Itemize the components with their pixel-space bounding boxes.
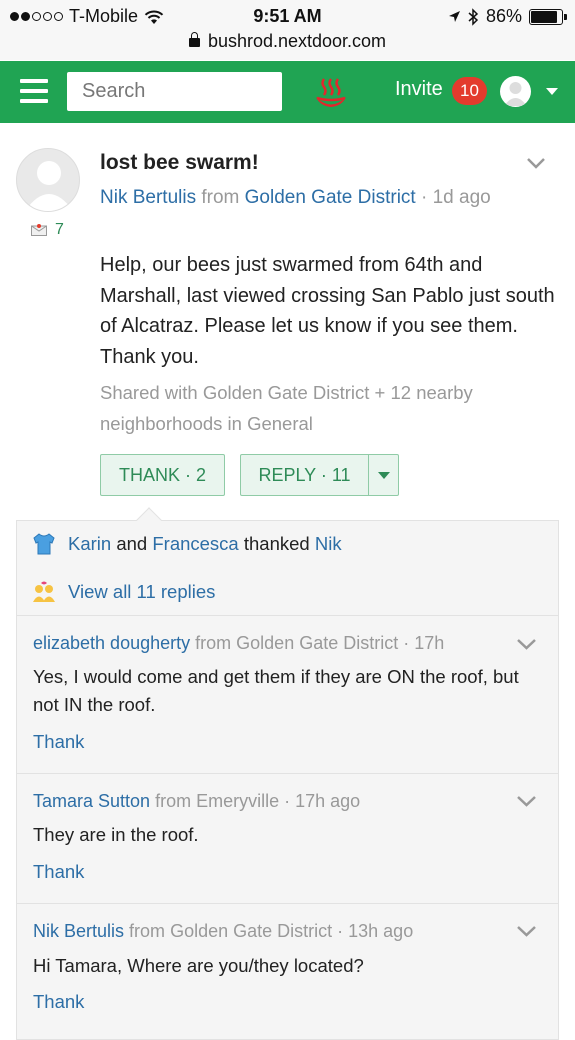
- chevron-down-icon[interactable]: [516, 794, 537, 808]
- invite-count-badge[interactable]: 10: [452, 77, 487, 105]
- post-title: lost bee swarm!: [100, 151, 259, 174]
- reply-age: · 17h ago: [284, 791, 361, 811]
- reply-neighborhood[interactable]: Golden Gate District: [236, 633, 398, 653]
- account-dropdown-icon[interactable]: [546, 88, 558, 95]
- address-bar[interactable]: bushrod.nextdoor.com: [0, 30, 575, 60]
- view-all-replies-link[interactable]: View all 11 replies: [32, 581, 215, 603]
- post-age: · 1d ago: [421, 187, 491, 208]
- reply-text: Hi Tamara, Where are you/they located?: [33, 955, 364, 976]
- private-message-count: 7: [55, 221, 64, 238]
- reply-button[interactable]: REPLY · 11: [240, 454, 369, 496]
- reply-thank-link[interactable]: Thank: [33, 861, 84, 883]
- user-silhouette-icon: [25, 161, 73, 211]
- reply-thank-link[interactable]: Thank: [33, 731, 84, 753]
- status-right: 86%: [448, 6, 567, 27]
- chevron-down-icon[interactable]: [516, 924, 537, 938]
- post-meta: Nik Bertulis from Golden Gate District ·…: [100, 182, 520, 213]
- menu-icon[interactable]: [20, 79, 48, 103]
- and-text: and: [116, 533, 148, 554]
- thank-button-label: THANK: [118, 465, 180, 485]
- people-icon: [33, 581, 55, 602]
- thanker-link-2[interactable]: Francesca: [152, 533, 238, 555]
- post-body: Help, our bees just swarmed from 64th an…: [100, 254, 555, 368]
- from-text: from: [129, 921, 166, 941]
- thanks-row: Karin and Francesca thanked Nik: [32, 533, 342, 555]
- reply-author-link[interactable]: Nik Bertulis: [33, 921, 124, 941]
- battery-percent: 86%: [485, 6, 522, 26]
- user-silhouette-icon: [504, 82, 527, 106]
- battery-icon: [529, 8, 567, 25]
- reply-author-link[interactable]: Tamara Sutton: [33, 791, 150, 811]
- from-text: from: [201, 187, 240, 208]
- reply-options-button[interactable]: [368, 454, 399, 496]
- shirt-icon: [33, 533, 55, 555]
- thanked-text: thanked: [243, 533, 310, 554]
- reply-neighborhood[interactable]: Emeryville: [196, 791, 279, 811]
- divider: [17, 773, 558, 774]
- reply-meta: Nik Bertulis from Golden Gate District ·…: [33, 921, 413, 942]
- chevron-down-icon[interactable]: [516, 637, 537, 651]
- reply-age: · 17h: [403, 633, 445, 653]
- shared-with-text: Shared with Golden Gate District + 12 ne…: [100, 382, 473, 434]
- reply-button-label: REPLY: [258, 465, 316, 485]
- url-text: bushrod.nextdoor.com: [207, 31, 387, 51]
- divider: [17, 903, 558, 904]
- from-text: from: [155, 791, 192, 811]
- thanker-link-1[interactable]: Karin: [68, 533, 111, 555]
- status-bar: T-Mobile 9:51 AM 86%: [0, 0, 575, 34]
- reply-author-link[interactable]: elizabeth dougherty: [33, 633, 190, 653]
- search-input[interactable]: [67, 72, 282, 111]
- reply-text: They are in the roof.: [33, 824, 199, 845]
- reply-count: · 11: [320, 465, 351, 485]
- nextdoor-logo-icon[interactable]: [314, 76, 348, 110]
- profile-avatar[interactable]: [500, 76, 531, 107]
- caret-down-icon: [378, 472, 390, 479]
- chevron-down-icon[interactable]: [526, 156, 546, 170]
- author-name-link[interactable]: Nik Bertulis: [100, 187, 196, 208]
- bluetooth-icon: [468, 7, 479, 26]
- thank-button[interactable]: THANK · 2: [100, 454, 225, 496]
- from-text: from: [195, 633, 232, 653]
- reply-neighborhood[interactable]: Golden Gate District: [170, 921, 332, 941]
- reply-thank-link[interactable]: Thank: [33, 991, 84, 1013]
- reply-meta: elizabeth dougherty from Golden Gate Dis…: [33, 633, 444, 654]
- view-all-label: View all 11 replies: [68, 581, 216, 602]
- private-message-icon[interactable]: [31, 224, 47, 236]
- neighborhood-link[interactable]: Golden Gate District: [245, 187, 416, 208]
- divider: [17, 615, 558, 616]
- reply-age: · 13h ago: [337, 921, 414, 941]
- thank-count: · 2: [185, 465, 207, 485]
- lock-icon: [188, 32, 200, 47]
- battery-level: [531, 10, 557, 23]
- invite-link[interactable]: Invite: [395, 78, 443, 101]
- reply-meta: Tamara Sutton from Emeryville · 17h ago: [33, 791, 360, 812]
- location-arrow-icon: [448, 11, 460, 22]
- top-nav: Invite 10: [0, 61, 575, 123]
- thanked-user-link[interactable]: Nik: [315, 533, 342, 555]
- author-avatar[interactable]: [16, 148, 80, 212]
- reply-text: Yes, I would come and get them if they a…: [33, 666, 519, 715]
